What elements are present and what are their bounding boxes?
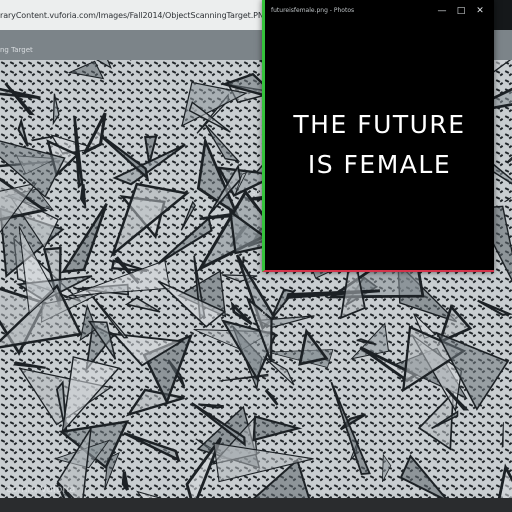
photo-image: THE FUTURE IS FEMALE bbox=[265, 22, 494, 268]
photo-text-line-1: THE FUTURE bbox=[293, 110, 466, 139]
monitor-screen: raryContent.vuforia.com/Images/Fall2014/… bbox=[0, 0, 512, 498]
minimize-button[interactable]: — bbox=[435, 5, 449, 17]
photos-window-title: futureisfemale.png - Photos bbox=[271, 7, 355, 14]
scale-label-50: 50 bbox=[252, 190, 260, 197]
maximize-button[interactable]: □ bbox=[454, 5, 468, 17]
page-title: ng Target bbox=[0, 46, 33, 54]
address-url[interactable]: raryContent.vuforia.com/Images/Fall2014/… bbox=[0, 11, 270, 20]
browser-address-bar[interactable]: raryContent.vuforia.com/Images/Fall2014/… bbox=[0, 0, 270, 31]
photos-titlebar[interactable]: futureisfemale.png - Photos — □ ✕ bbox=[265, 0, 494, 22]
close-button[interactable]: ✕ bbox=[473, 5, 487, 17]
photo-text-line-2: IS FEMALE bbox=[307, 150, 452, 179]
window-edge bbox=[491, 0, 512, 30]
vuforia-watermark: comm Vuforia bbox=[6, 484, 76, 495]
pattern-triangle bbox=[242, 256, 245, 264]
scale-label-0: 0 bbox=[262, 310, 266, 317]
pattern-triangle bbox=[79, 184, 87, 209]
monitor-bezel bbox=[0, 498, 512, 512]
scale-label-80: 80 bbox=[300, 310, 308, 317]
photos-app-window[interactable]: futureisfemale.png - Photos — □ ✕ THE FU… bbox=[262, 0, 494, 272]
